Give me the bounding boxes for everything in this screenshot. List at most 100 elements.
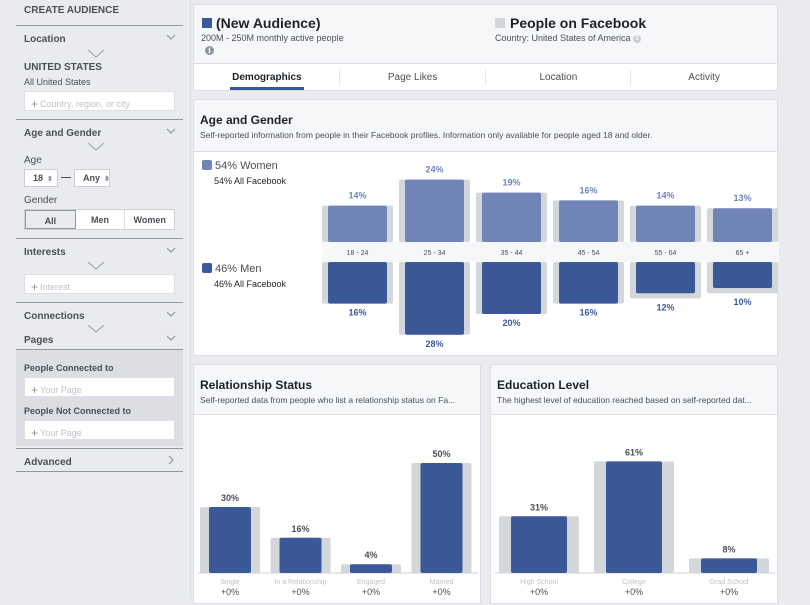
relationship-status-chart: 30%Single+0%16%In a Relationship+0%4%Eng…: [198, 449, 478, 597]
men-value-label: 10%: [733, 297, 751, 307]
bar-value-label: 31%: [530, 502, 548, 512]
card-subtitle: The highest level of education reached b…: [497, 395, 752, 405]
sort-arrows-icon: ⬍: [47, 176, 53, 183]
location-label: Location: [24, 34, 66, 45]
women-bar: [713, 208, 772, 242]
tab-label: Demographics: [232, 72, 302, 83]
category-label: High School: [520, 579, 558, 586]
category-label: Single: [220, 579, 240, 586]
connected-page-placeholder: Your Page: [40, 385, 82, 395]
age-tick-label: 55 - 64: [655, 250, 677, 257]
interest-input[interactable]: + Interest: [24, 274, 175, 294]
women-bar: [405, 179, 464, 242]
men-value-label: 20%: [502, 318, 520, 328]
gender-toggle: All Men Women: [24, 209, 175, 230]
advanced-section-header[interactable]: Advanced: [16, 448, 183, 472]
tab-demographics[interactable]: Demographics: [194, 64, 340, 90]
women-bar: [636, 205, 695, 242]
chevron-right-icon: [168, 455, 174, 465]
men-value-label: 12%: [656, 302, 674, 312]
gender-label: Gender: [24, 195, 58, 206]
tab-activity[interactable]: Activity: [631, 64, 777, 90]
tab-page-likes[interactable]: Page Likes: [340, 64, 486, 90]
category-label: Grad School: [710, 579, 749, 586]
chevron-down-icon: [166, 34, 176, 40]
location-input[interactable]: + Country, region, or city: [24, 91, 175, 111]
plus-icon: +: [31, 383, 39, 397]
audience-header-card: (New Audience) 200M - 250M monthly activ…: [193, 4, 778, 91]
gender-men-button[interactable]: Men: [76, 210, 126, 229]
active-tab-indicator: [230, 87, 304, 90]
comparison-color-swatch: [495, 18, 505, 28]
location-country: UNITED STATES: [24, 62, 102, 73]
women-value-label: 16%: [579, 185, 597, 195]
age-max-value: Any: [83, 173, 101, 183]
not-connected-page-input[interactable]: + Your Page: [24, 420, 175, 440]
audience-bar: [420, 463, 463, 573]
comparison-country: Country: United States of America: [495, 33, 631, 43]
women-value-label: 14%: [656, 191, 674, 201]
age-min-select[interactable]: 18 ⬍: [24, 169, 58, 187]
section-notch: [88, 143, 104, 151]
women-bar: [482, 192, 541, 242]
gender-all-button[interactable]: All: [25, 210, 76, 229]
women-value-label: 14%: [348, 191, 366, 201]
chevron-down-icon: [166, 247, 176, 253]
plus-icon: +: [31, 280, 39, 294]
men-bar: [559, 262, 618, 304]
plus-icon: +: [31, 426, 39, 440]
location-placeholder: Country, region, or city: [40, 99, 130, 109]
comparison-name: People on Facebook: [510, 15, 647, 31]
info-icon[interactable]: i: [633, 35, 642, 43]
age-tick-label: 45 - 54: [578, 250, 600, 257]
location-section-header[interactable]: Location: [16, 25, 183, 51]
men-value-label: 16%: [348, 308, 366, 318]
section-notch: [88, 262, 104, 270]
tab-label: Location: [539, 72, 578, 83]
audience-bar: [701, 558, 757, 573]
delta-label: +0%: [432, 587, 450, 597]
women-value-label: 24%: [425, 165, 443, 175]
section-notch: [88, 50, 104, 58]
education-level-chart: 31%High School+0%61%College+0%8%Grad Sch…: [495, 447, 775, 597]
women-value-label: 13%: [733, 193, 751, 203]
card-title: Education Level: [497, 378, 590, 392]
location-region: All United States: [24, 77, 91, 87]
connected-page-input[interactable]: + Your Page: [24, 377, 175, 397]
sidebar-title: CREATE AUDIENCE: [24, 5, 120, 16]
category-label: College: [622, 579, 646, 586]
education-level-card: Education Level The highest level of edu…: [490, 364, 778, 604]
age-max-select[interactable]: Any ⬍: [74, 169, 110, 187]
relationship-status-card: Relationship Status Self-reported data f…: [193, 364, 481, 604]
info-icon[interactable]: i: [205, 46, 214, 55]
category-label: Married: [430, 579, 454, 586]
pages-label: Pages: [24, 335, 54, 346]
bar-value-label: 4%: [364, 550, 377, 560]
interests-section-header[interactable]: Interests: [16, 238, 183, 264]
gender-women-button[interactable]: Women: [125, 210, 174, 229]
chevron-down-icon: [166, 311, 176, 317]
category-label: In a Relationship: [274, 579, 326, 586]
audience-bar: [606, 461, 662, 573]
tab-label: Page Likes: [387, 72, 438, 83]
men-bar: [636, 262, 695, 294]
card-title: Age and Gender: [200, 113, 293, 127]
audience-bar: [279, 537, 322, 573]
sort-arrows-icon: ⬍: [104, 176, 110, 183]
not-connected-page-placeholder: Your Page: [40, 428, 82, 438]
tab-label: Activity: [688, 72, 720, 83]
men-bar: [482, 262, 541, 314]
delta-label: +0%: [221, 587, 239, 597]
delta-label: +0%: [625, 587, 643, 597]
delta-label: +0%: [362, 587, 380, 597]
interests-label: Interests: [24, 247, 66, 258]
age-gender-section-header[interactable]: Age and Gender: [16, 119, 183, 145]
age-tick-label: 25 - 34: [424, 250, 446, 257]
bar-value-label: 30%: [221, 493, 239, 503]
tab-location[interactable]: Location: [486, 64, 632, 90]
people-connected-label: People Connected to: [24, 363, 114, 373]
men-value-label: 16%: [579, 308, 597, 318]
age-tick-label: 65 +: [736, 250, 750, 257]
card-title: Relationship Status: [200, 378, 313, 392]
card-subtitle: Self-reported data from people who list …: [200, 395, 456, 405]
